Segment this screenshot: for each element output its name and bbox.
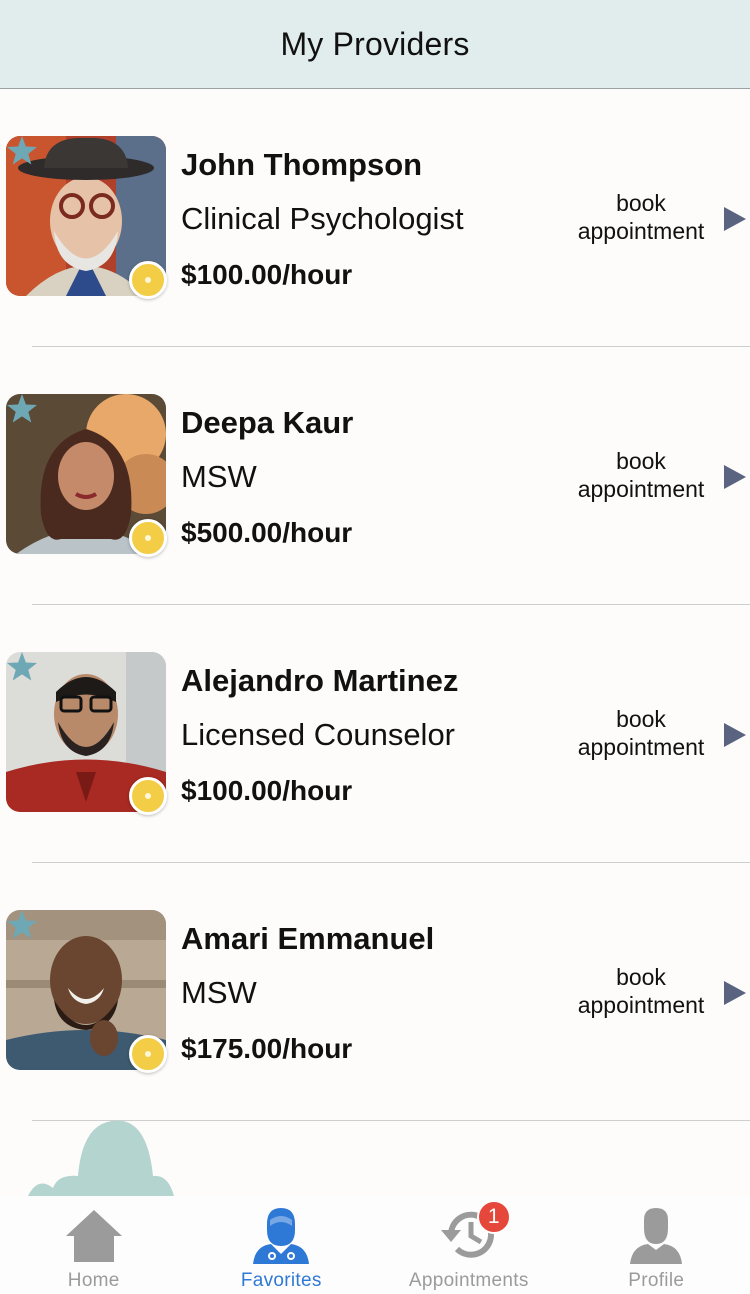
provider-row[interactable]: John Thompson Clinical Psychologist $100… [0, 89, 750, 347]
provider-title: MSW [181, 459, 257, 494]
tab-label: Home [67, 1270, 120, 1291]
tab-appointments[interactable]: 1 Appointments [375, 1196, 563, 1294]
book-appointment-button[interactable]: book appointment [566, 963, 716, 1019]
provider-row[interactable]: Alejandro Martinez Licensed Counselor $1… [0, 605, 750, 863]
status-indicator-icon [129, 1035, 167, 1073]
favorite-star-icon[interactable] [4, 649, 40, 685]
tab-bar: Home Favorites 1 Appointments Profile [0, 1196, 750, 1294]
notification-badge: 1 [476, 1200, 511, 1234]
decorative-hills-icon [28, 1120, 174, 1196]
tab-profile[interactable]: Profile [563, 1196, 750, 1294]
tab-home[interactable]: Home [0, 1196, 188, 1294]
provider-name: Alejandro Martinez [181, 663, 459, 698]
favorite-star-icon[interactable] [4, 133, 40, 169]
page-title: My Providers [280, 25, 470, 62]
favorite-star-icon[interactable] [4, 907, 40, 943]
provider-rate: $100.00/hour [181, 775, 353, 806]
provider-title: Licensed Counselor [181, 717, 456, 752]
play-arrow-icon[interactable] [722, 205, 748, 233]
doctor-icon [253, 1208, 310, 1264]
provider-title: MSW [181, 975, 257, 1010]
book-appointment-button[interactable]: book appointment [566, 447, 716, 503]
provider-rate: $500.00/hour [181, 517, 353, 548]
book-appointment-button[interactable]: book appointment [566, 189, 716, 245]
person-icon [630, 1208, 683, 1264]
tab-label: Favorites [240, 1270, 322, 1291]
book-appointment-button[interactable]: book appointment [566, 705, 716, 761]
provider-title: Clinical Psychologist [181, 201, 464, 236]
header-bar: My Providers [0, 0, 750, 89]
history-icon-wrapper: 1 [439, 1200, 511, 1264]
tab-label: Appointments [408, 1270, 529, 1291]
provider-row[interactable]: Amari Emmanuel MSW $175.00/hour book app… [0, 863, 750, 1121]
home-icon [65, 1210, 122, 1262]
tab-label: Profile [628, 1270, 685, 1291]
tab-favorites[interactable]: Favorites [188, 1196, 376, 1294]
favorite-star-icon[interactable] [4, 391, 40, 427]
provider-list: John Thompson Clinical Psychologist $100… [0, 89, 750, 1121]
status-indicator-icon [129, 777, 167, 815]
provider-rate: $100.00/hour [181, 259, 353, 290]
provider-name: Amari Emmanuel [181, 921, 435, 956]
status-indicator-icon [129, 519, 167, 557]
provider-row[interactable]: Deepa Kaur MSW $500.00/hour book appoint… [0, 347, 750, 605]
play-arrow-icon[interactable] [722, 721, 748, 749]
provider-rate: $175.00/hour [181, 1033, 353, 1064]
play-arrow-icon[interactable] [722, 463, 748, 491]
status-indicator-icon [129, 261, 167, 299]
provider-name: John Thompson [181, 147, 423, 182]
play-arrow-icon[interactable] [722, 979, 748, 1007]
provider-name: Deepa Kaur [181, 405, 354, 440]
